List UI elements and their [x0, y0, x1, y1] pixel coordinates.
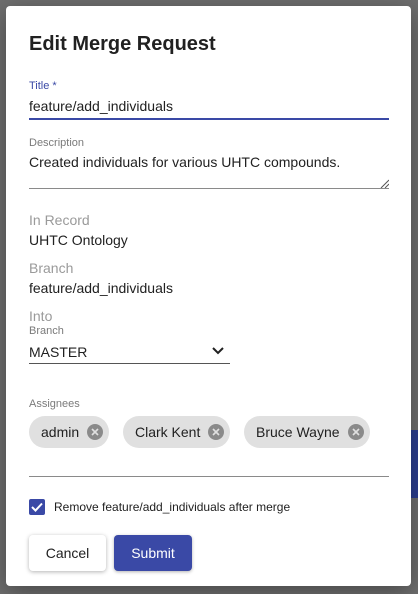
chevron-down-icon: [212, 347, 224, 355]
target-branch-select[interactable]: MASTER: [29, 340, 230, 364]
assignee-chip-label: Clark Kent: [135, 424, 201, 440]
title-input[interactable]: [29, 94, 389, 120]
assignees-label: Assignees: [29, 398, 80, 410]
assignee-chip: admin: [29, 416, 110, 448]
remove-branch-label: Remove feature/add_individuals after mer…: [54, 500, 291, 514]
assignee-chip: Bruce Wayne: [244, 416, 370, 448]
submit-button[interactable]: Submit: [114, 535, 192, 571]
check-icon: [31, 502, 43, 512]
branch-label: Branch: [29, 260, 74, 276]
in-record-label: In Record: [29, 212, 90, 228]
remove-branch-checkbox[interactable]: [29, 499, 45, 515]
branch-value: feature/add_individuals: [29, 280, 173, 296]
title-field-label: Title *: [29, 80, 57, 92]
in-record-value: UHTC Ontology: [29, 232, 128, 248]
edit-merge-request-dialog: Edit Merge Request Title * Description C…: [6, 6, 411, 586]
assignee-chip-label: Bruce Wayne: [256, 424, 340, 440]
target-branch-value: MASTER: [29, 344, 88, 360]
assignee-chip-label: admin: [41, 424, 80, 440]
assignees-input[interactable]: admin Clark Kent Bruce Wayne: [29, 416, 389, 477]
close-circle-icon[interactable]: [87, 424, 104, 440]
close-circle-icon[interactable]: [347, 424, 364, 440]
into-branch-label: Branch: [29, 325, 64, 337]
description-field-label: Description: [29, 137, 85, 149]
into-label: Into: [29, 308, 53, 324]
assignee-chip: Clark Kent: [123, 416, 231, 448]
dialog-title: Edit Merge Request: [29, 33, 216, 55]
close-circle-icon[interactable]: [208, 424, 225, 440]
cancel-button[interactable]: Cancel: [29, 535, 106, 571]
description-input[interactable]: Created individuals for various UHTC com…: [29, 152, 389, 189]
backdrop-strip: [410, 430, 418, 498]
resize-grip-icon[interactable]: [379, 178, 389, 188]
